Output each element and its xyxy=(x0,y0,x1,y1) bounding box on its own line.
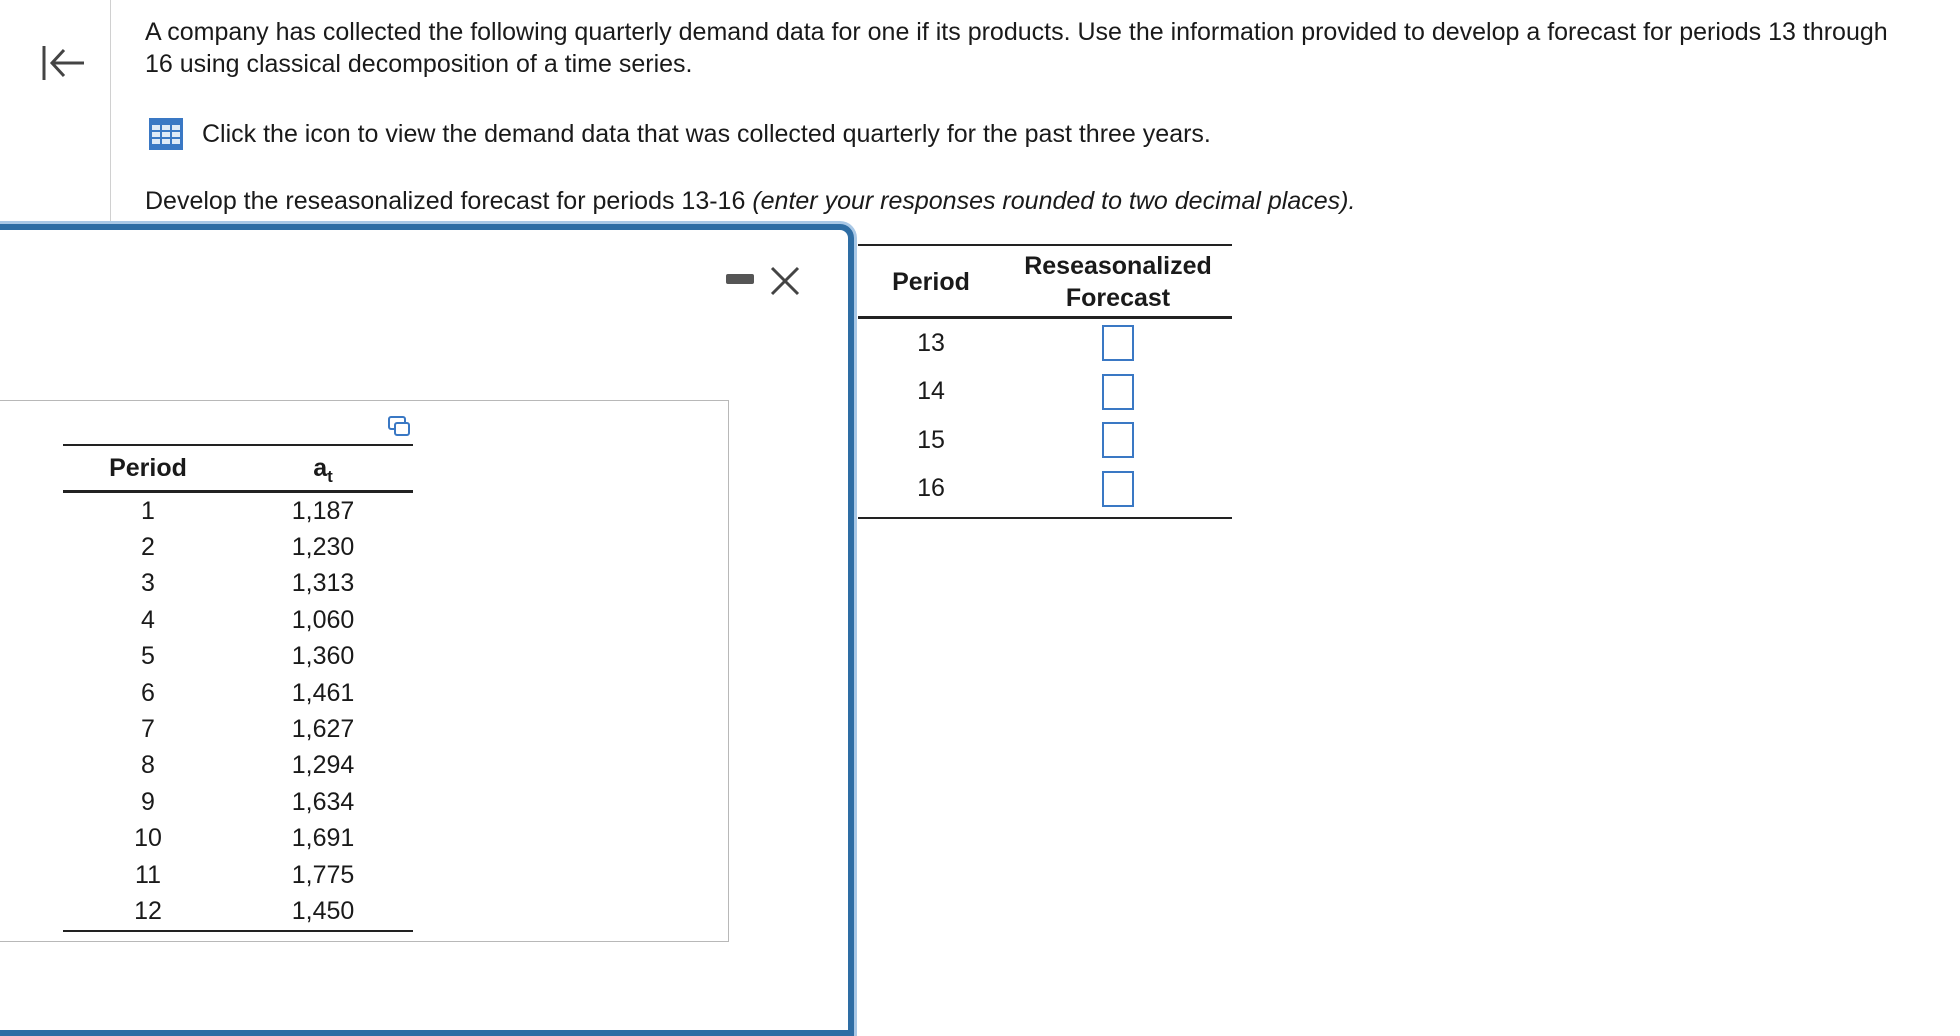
instruction-main: Develop the reseasonalized forecast for … xyxy=(145,187,746,215)
back-to-start-button[interactable] xyxy=(38,40,90,86)
copy-to-clipboard-icon[interactable] xyxy=(387,415,411,437)
period-cell: 12 xyxy=(63,893,233,932)
period-cell: 6 xyxy=(141,678,155,707)
table-row: 14 xyxy=(858,368,1232,417)
demand-value-cell: 1,187 xyxy=(291,496,355,525)
header-demand: at xyxy=(233,445,413,492)
table-row: 5 1,360 xyxy=(63,639,413,675)
table-row: 10 1,691 xyxy=(63,821,413,857)
period-cell: 3 xyxy=(141,569,155,598)
period-cell: 2 xyxy=(141,533,155,562)
answer-period-cell: 13 xyxy=(917,328,945,357)
data-popup-window: Period at 1 1,187 2 1,230 3 1,313 4 1,060 5 1,360… xyxy=(0,224,854,1036)
answer-header-period: Period xyxy=(892,268,970,296)
table-row: 3 1,313 xyxy=(63,566,413,602)
answer-input-cell xyxy=(1004,464,1232,519)
forecast-input-14[interactable] xyxy=(1102,373,1134,410)
answer-header-forecast-line1: Reseasonalized xyxy=(1024,252,1212,280)
demand-value-cell: 1,450 xyxy=(233,893,413,932)
header-period: Period xyxy=(109,453,187,482)
answer-period-cell: 16 xyxy=(858,464,1004,519)
answer-input-cell xyxy=(1004,416,1232,465)
table-row: 4 1,060 xyxy=(63,602,413,638)
table-row: 9 1,634 xyxy=(63,784,413,820)
period-cell: 11 xyxy=(135,860,161,889)
first-page-arrow-icon xyxy=(42,46,84,80)
demand-value-cell: 1,360 xyxy=(291,642,355,671)
instruction-rounding-note: (enter your responses rounded to two dec… xyxy=(752,187,1356,215)
demand-value-cell: 1,634 xyxy=(291,787,355,816)
demand-value-cell: 1,775 xyxy=(291,860,355,889)
demand-value-cell: 1,691 xyxy=(291,824,355,853)
answer-header-forecast-line2: Forecast xyxy=(1065,284,1171,312)
demand-value-cell: 1,060 xyxy=(291,605,355,634)
period-cell: 5 xyxy=(141,642,155,671)
period-cell: 10 xyxy=(134,824,162,853)
period-cell: 4 xyxy=(141,605,155,634)
forecast-input-16[interactable] xyxy=(1102,470,1134,507)
question-text: A company has collected the following qu… xyxy=(145,18,1888,78)
minimize-button[interactable] xyxy=(726,274,754,284)
table-row: 15 xyxy=(858,416,1232,465)
demand-table-header: Period at xyxy=(63,445,413,492)
left-divider xyxy=(110,0,111,222)
forecast-answer-table: Period Reseasonalized Forecast 13 14 15 16 xyxy=(858,244,1232,519)
answer-period-cell: 15 xyxy=(917,425,945,454)
table-row: 7 1,627 xyxy=(63,711,413,747)
table-row: 6 1,461 xyxy=(63,675,413,711)
forecast-input-15[interactable] xyxy=(1102,422,1134,459)
answer-table-header: Period Reseasonalized Forecast xyxy=(858,245,1232,318)
answer-header-forecast: Reseasonalized Forecast xyxy=(1004,245,1232,318)
period-cell: 7 xyxy=(141,715,155,744)
table-row: 2 1,230 xyxy=(63,529,413,565)
period-cell: 8 xyxy=(141,751,155,780)
demand-value-cell: 1,313 xyxy=(291,569,355,598)
header-demand-subscript: t xyxy=(327,466,333,486)
table-row: 12 1,450 xyxy=(63,893,413,932)
period-cell: 1 xyxy=(141,496,155,525)
table-row: 11 1,775 xyxy=(63,857,413,893)
view-data-link[interactable]: Click the icon to view the demand data t… xyxy=(148,117,1211,151)
table-row: 13 xyxy=(858,318,1232,368)
table-row: 16 xyxy=(858,464,1232,519)
answer-input-cell xyxy=(1004,318,1232,368)
header-demand-symbol: a xyxy=(313,453,328,482)
close-icon[interactable] xyxy=(768,264,802,298)
forecast-input-13[interactable] xyxy=(1102,325,1134,362)
table-row: 8 1,294 xyxy=(63,748,413,784)
instruction-text: Develop the reseasonalized forecast for … xyxy=(145,185,1355,217)
answer-input-cell xyxy=(1004,368,1232,417)
period-cell: 9 xyxy=(141,787,155,816)
table-row: 1 1,187 xyxy=(63,492,413,530)
demand-value-cell: 1,230 xyxy=(291,533,355,562)
demand-data-table: Period at 1 1,187 2 1,230 3 1,313 4 1,060 5 1,360… xyxy=(63,444,413,932)
data-table-icon[interactable] xyxy=(148,117,184,151)
answer-period-cell: 14 xyxy=(917,377,945,406)
demand-value-cell: 1,294 xyxy=(291,751,355,780)
demand-value-cell: 1,461 xyxy=(291,678,355,707)
demand-value-cell: 1,627 xyxy=(291,715,355,744)
view-data-text: Click the icon to view the demand data t… xyxy=(202,119,1211,148)
demand-data-panel: Period at 1 1,187 2 1,230 3 1,313 4 1,060 5 1,360… xyxy=(0,400,729,942)
